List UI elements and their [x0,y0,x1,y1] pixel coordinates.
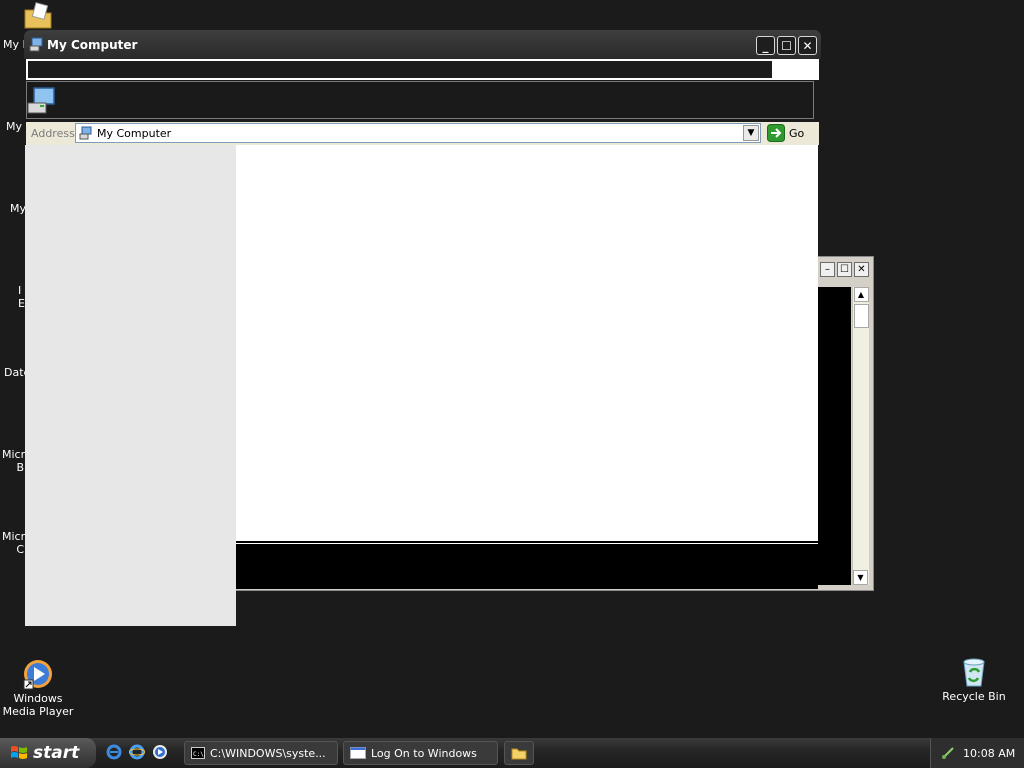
desktop-icon-label: Recycle Bin [942,690,1006,703]
minimize-button[interactable]: _ [756,36,775,55]
my-computer-icon [27,87,55,114]
content-pane[interactable] [236,145,818,541]
desktop-label-partial: Micro B [2,448,32,474]
internet-explorer-icon[interactable] [129,744,145,760]
address-bar: Address My Computer ▼ Go [26,122,819,145]
console-caption-buttons: – ☐ ✕ [820,262,869,277]
svg-text:C:\: C:\ [193,751,204,758]
address-label: Address [31,127,75,140]
scroll-thumb[interactable] [853,304,869,328]
start-button[interactable]: start [0,738,96,768]
recycle-bin-icon [963,658,985,687]
desktop-icon-label: Windows Media Player [2,692,74,718]
address-dropdown-button[interactable]: ▼ [743,125,759,141]
close-icon: ✕ [802,38,813,53]
window-title: My Computer [47,38,138,52]
divider [236,543,818,544]
command-prompt-icon: C:\ [191,747,205,759]
scroll-down-button[interactable]: ▼ [853,570,868,585]
address-field[interactable]: My Computer ▼ [75,123,761,143]
internet-explorer-icon[interactable] [106,744,122,760]
windows-media-player-icon [23,660,52,690]
address-value: My Computer [97,127,172,140]
maximize-button[interactable]: ☐ [777,36,796,55]
close-button[interactable]: ✕ [798,36,817,55]
taskbar-task-folder[interactable] [504,741,534,765]
go-arrow-icon [767,124,785,142]
desktop-label-partial: My I [3,38,26,51]
scroll-up-button[interactable]: ▲ [853,287,869,302]
toolbar[interactable] [26,81,814,119]
close-button[interactable]: ✕ [854,262,869,277]
windows-media-player-icon[interactable] [152,744,168,760]
my-computer-icon [79,126,92,140]
desktop-icon-windows-media-player[interactable]: Windows Media Player [0,658,76,718]
window-caption-buttons: _ ☐ ✕ [756,36,817,55]
taskbar-task-log-on[interactable]: Log On to Windows [343,741,498,765]
my-computer-window[interactable]: My Computer _ ☐ ✕ Address My Computer ▼ [24,30,821,626]
task-label: Log On to Windows [371,746,477,760]
chevron-down-icon: ▼ [747,128,755,138]
menu-bar[interactable] [26,59,819,80]
task-pane[interactable] [25,145,236,626]
clock[interactable]: 10:08 AM [963,747,1015,760]
title-bar[interactable]: My Computer _ ☐ ✕ [24,30,821,59]
windows-flag-icon [11,746,27,759]
desktop-icon-recycle-bin[interactable]: Recycle Bin [936,656,1012,703]
task-label: C:\WINDOWS\syste... [210,746,326,760]
minimize-button[interactable]: – [820,262,835,277]
minimize-icon: _ [762,38,769,53]
content-pane-lower [236,541,818,589]
minimize-icon: – [825,263,830,275]
close-icon: ✕ [857,263,866,275]
window-icon [350,747,366,759]
arrow-up-icon: ▲ [857,290,865,299]
arrow-down-icon: ▼ [857,573,864,582]
my-documents-icon [24,2,52,29]
desktop-label-partial: My [6,120,23,133]
maximize-icon: ☐ [781,38,792,53]
my-computer-icon [29,37,43,52]
maximize-icon: ☐ [840,263,849,275]
folder-icon [511,748,527,759]
menu-bar-area [28,61,772,78]
desktop-label-partial: Micro C [2,530,32,556]
quick-launch [106,744,168,760]
vertical-scrollbar[interactable]: ▲ ▼ [852,287,869,585]
taskbar-task-command-prompt[interactable]: C:\ C:\WINDOWS\syste... [184,741,338,765]
network-icon[interactable] [941,746,955,760]
taskbar: start C:\ C:\WINDOWS\syste... Log On to … [0,738,1024,768]
maximize-button[interactable]: ☐ [837,262,852,277]
go-label: Go [789,126,805,140]
start-label: start [33,743,80,763]
desktop-icon-my-documents[interactable] [0,2,76,32]
system-tray: 10:08 AM [930,738,1024,768]
go-button[interactable]: Go [767,124,804,142]
